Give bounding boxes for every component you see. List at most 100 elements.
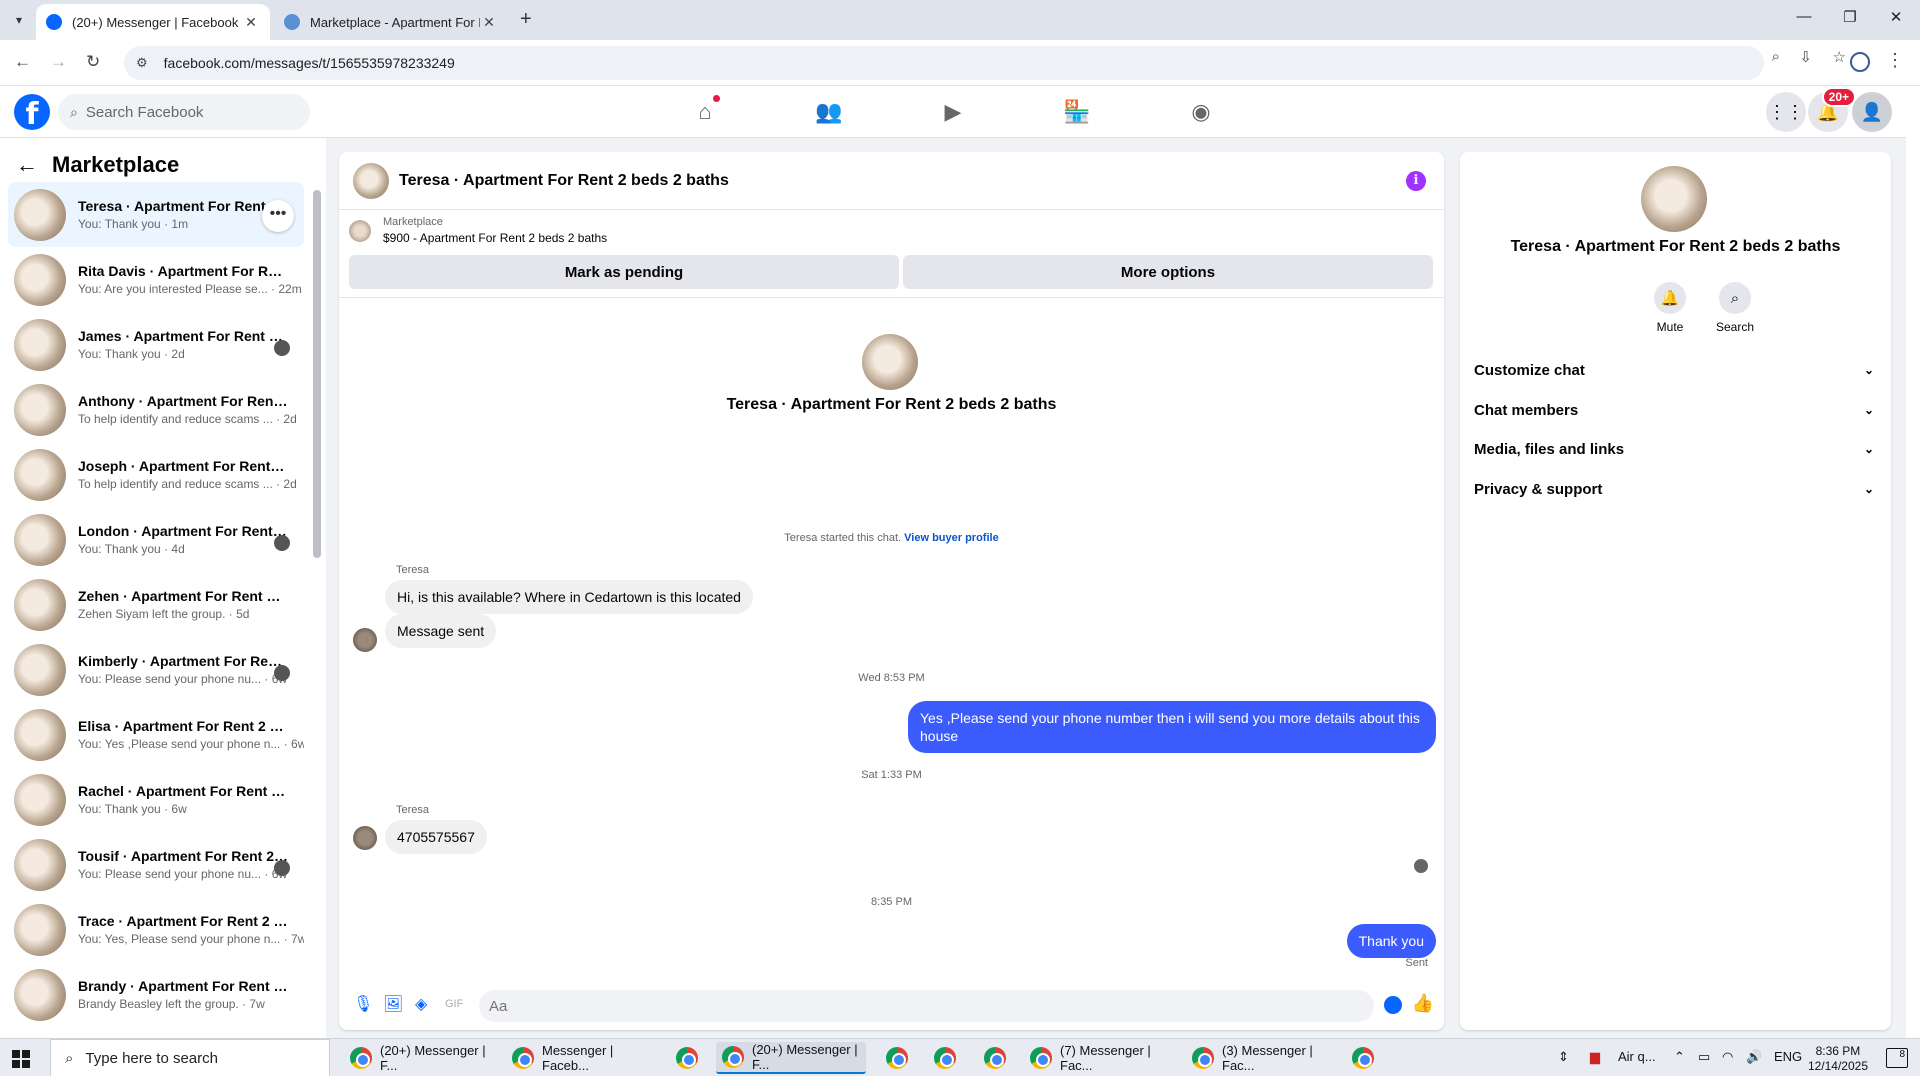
chat-window: Teresa · Apartment For Rent 2 beds 2 bat… xyxy=(339,152,1444,1030)
taskbar-app[interactable]: (3) Messenger | Fac... xyxy=(1186,1042,1336,1074)
air-quality-label[interactable]: Air q... xyxy=(1618,1049,1656,1064)
conversation-item[interactable]: London · Apartment For Rent 2 beds 2 bat… xyxy=(8,507,304,572)
sender-avatar[interactable] xyxy=(353,628,377,652)
chat-title[interactable]: Teresa · Apartment For Rent 2 beds 2 bat… xyxy=(399,172,729,190)
close-tab-icon[interactable]: ✕ xyxy=(242,14,260,31)
taskbar-app[interactable]: (7) Messenger | Fac... xyxy=(1024,1042,1174,1074)
taskbar-app[interactable] xyxy=(880,1042,916,1074)
customize-chat-section[interactable]: Customize chat ⌄ xyxy=(1474,352,1882,388)
reload-icon[interactable]: ↻ xyxy=(86,52,100,72)
info-icon[interactable]: i xyxy=(1406,171,1426,191)
media-files-section[interactable]: Media, files and links ⌄ xyxy=(1474,431,1882,467)
conversation-item[interactable]: Zehen · Apartment For Rent 2 beds 2 bath… xyxy=(8,572,304,637)
chat-avatar[interactable] xyxy=(353,162,389,199)
contact-avatar-large[interactable] xyxy=(862,334,918,390)
browser-profile-icon[interactable] xyxy=(1850,52,1870,72)
menu-grid-icon[interactable]: ⋮⋮ xyxy=(1766,92,1806,132)
bookmark-star-icon[interactable]: ☆ xyxy=(1833,48,1846,66)
conversation-item[interactable]: Elisa · Apartment For Rent 2 beds 2 bath… xyxy=(8,702,304,767)
notifications-bell-icon[interactable]: 🔔 20+ xyxy=(1808,87,1856,132)
view-buyer-profile-link[interactable]: View buyer profile xyxy=(904,532,999,544)
restore-button[interactable]: ❐ xyxy=(1830,8,1870,26)
sidebar-scrollbar[interactable] xyxy=(313,190,321,558)
incoming-message[interactable]: Message sent xyxy=(385,614,497,648)
taskbar-app-active[interactable]: (20+) Messenger | F... xyxy=(716,1042,866,1074)
sticker-icon[interactable]: ◈ xyxy=(415,994,427,1014)
tab-messenger[interactable]: (20+) Messenger | Facebook ✕ xyxy=(36,4,270,40)
conversation-item[interactable]: Anthony · Apartment For Rent 2 beds 2 ba… xyxy=(8,377,304,442)
taskbar-app[interactable]: (20+) Messenger | F... xyxy=(344,1042,494,1074)
tab-marketplace[interactable]: Marketplace - Apartment For Re ✕ xyxy=(274,4,508,40)
details-avatar[interactable] xyxy=(1641,166,1707,232)
conversation-item[interactable]: Brandy · Apartment For Rent 2 beds 2 bat… xyxy=(8,962,304,1027)
listing-row[interactable]: Marketplace $900 - Apartment For Rent 2 … xyxy=(349,216,607,245)
site-info-icon[interactable]: ⚙ xyxy=(136,55,148,71)
emoji-icon[interactable] xyxy=(1384,996,1402,1014)
thumbs-up-icon[interactable]: 👍 xyxy=(1412,993,1434,1014)
search-button[interactable]: ⌕ Search xyxy=(1705,282,1765,334)
conversation-item[interactable]: Tousif · Apartment For Rent 2 beds 2 bat… xyxy=(8,832,304,897)
taskbar-search[interactable]: ⌕ Type here to search xyxy=(50,1039,330,1076)
taskbar-app[interactable] xyxy=(1346,1042,1382,1074)
home-icon[interactable]: ⌂ xyxy=(690,95,720,126)
more-options-button[interactable]: More options xyxy=(903,255,1433,289)
chat-members-section[interactable]: Chat members ⌄ xyxy=(1474,392,1882,428)
sender-avatar[interactable] xyxy=(353,826,377,850)
privacy-support-section[interactable]: Privacy & support ⌄ xyxy=(1474,471,1882,507)
url-omnibox[interactable]: ⚙ facebook.com/messages/t/15655359782332… xyxy=(124,46,1764,80)
air-quality-icon[interactable]: ▆ xyxy=(1590,1049,1600,1065)
forward-arrow-icon[interactable]: → xyxy=(50,52,67,72)
microphone-icon[interactable]: 🎙 xyxy=(353,994,373,1014)
zoom-icon[interactable]: ⌕ xyxy=(1772,48,1780,65)
windows-start-icon[interactable] xyxy=(12,1050,30,1068)
more-options-icon[interactable]: ••• xyxy=(262,200,294,232)
taskbar-app[interactable] xyxy=(670,1042,706,1074)
conversation-item[interactable]: James · Apartment For Rent 2 beds 2 bath… xyxy=(8,312,304,377)
groups-icon[interactable]: ◉ xyxy=(1186,98,1216,126)
close-window-button[interactable]: ✕ xyxy=(1876,8,1916,26)
mark-pending-button[interactable]: Mark as pending xyxy=(349,255,899,289)
volume-icon[interactable]: 🔊 xyxy=(1746,1049,1762,1065)
tab-search-chevron-icon[interactable]: ▾ xyxy=(8,9,30,31)
conversation-item[interactable]: Rachel · Apartment For Rent 2 beds 2 bat… xyxy=(8,767,304,832)
meet-icon[interactable]: ▭ xyxy=(1698,1049,1710,1065)
marketplace-icon[interactable]: 🏪 xyxy=(1062,98,1092,126)
taskbar-app[interactable]: Messenger | Faceb... xyxy=(506,1042,656,1074)
back-arrow-icon[interactable]: ← xyxy=(16,152,38,178)
chrome-icon xyxy=(934,1047,956,1069)
account-avatar[interactable]: 👤 xyxy=(1852,92,1892,132)
notification-center-icon[interactable]: 8 xyxy=(1886,1048,1908,1068)
incoming-message[interactable]: 4705575567 xyxy=(385,820,487,854)
tray-scroll-icon[interactable]: ⇕ xyxy=(1558,1049,1569,1065)
minimize-button[interactable]: — xyxy=(1784,8,1824,25)
gif-icon[interactable]: GIF xyxy=(445,998,463,1010)
friends-icon[interactable]: 👥 xyxy=(814,98,844,126)
new-tab-button[interactable]: + xyxy=(520,8,532,31)
conversation-item[interactable]: Joseph · Apartment For Rent 2 beds 2 bat… xyxy=(8,442,304,507)
clock[interactable]: 8:36 PM 12/14/2025 xyxy=(1808,1044,1868,1074)
conversation-item[interactable]: Kimberly · Apartment For Rent 2 beds 2 b… xyxy=(8,637,304,702)
install-app-icon[interactable]: ⇩ xyxy=(1799,48,1812,66)
conversation-item[interactable]: Trace · Apartment For Rent 2 beds 2 bath… xyxy=(8,897,304,962)
wifi-icon[interactable]: ◠ xyxy=(1722,1049,1733,1065)
mute-button[interactable]: 🔔 Mute xyxy=(1640,282,1700,334)
message-input[interactable] xyxy=(479,990,1374,1022)
facebook-logo-icon[interactable]: f xyxy=(14,94,50,130)
incoming-message[interactable]: Hi, is this available? Where in Cedartow… xyxy=(385,580,753,614)
show-hidden-icons[interactable]: ⌃ xyxy=(1674,1049,1685,1065)
taskbar-app[interactable] xyxy=(978,1042,1014,1074)
outgoing-message[interactable]: Thank you xyxy=(1346,924,1436,958)
video-icon[interactable]: ▶ xyxy=(938,98,968,126)
facebook-search-input[interactable]: ⌕ Search Facebook xyxy=(58,94,310,130)
browser-menu-icon[interactable]: ⋮ xyxy=(1886,50,1904,71)
photo-icon[interactable]: 🖼 xyxy=(383,994,403,1014)
page-scrollbar[interactable] xyxy=(1906,86,1920,1038)
outgoing-message[interactable]: Yes ,Please send your phone number then … xyxy=(908,701,1436,753)
back-arrow-icon[interactable]: ← xyxy=(14,52,31,72)
taskbar-app[interactable] xyxy=(928,1042,964,1074)
close-tab-icon[interactable]: ✕ xyxy=(480,14,498,31)
language-indicator[interactable]: ENG xyxy=(1774,1049,1802,1064)
conversation-avatar xyxy=(14,968,66,1021)
conversation-item[interactable]: Rita Davis · Apartment For Rent 2 beds 2… xyxy=(8,247,304,312)
conversation-item[interactable]: Teresa · Apartment For Rent 2 beds 2 bat… xyxy=(8,182,304,247)
